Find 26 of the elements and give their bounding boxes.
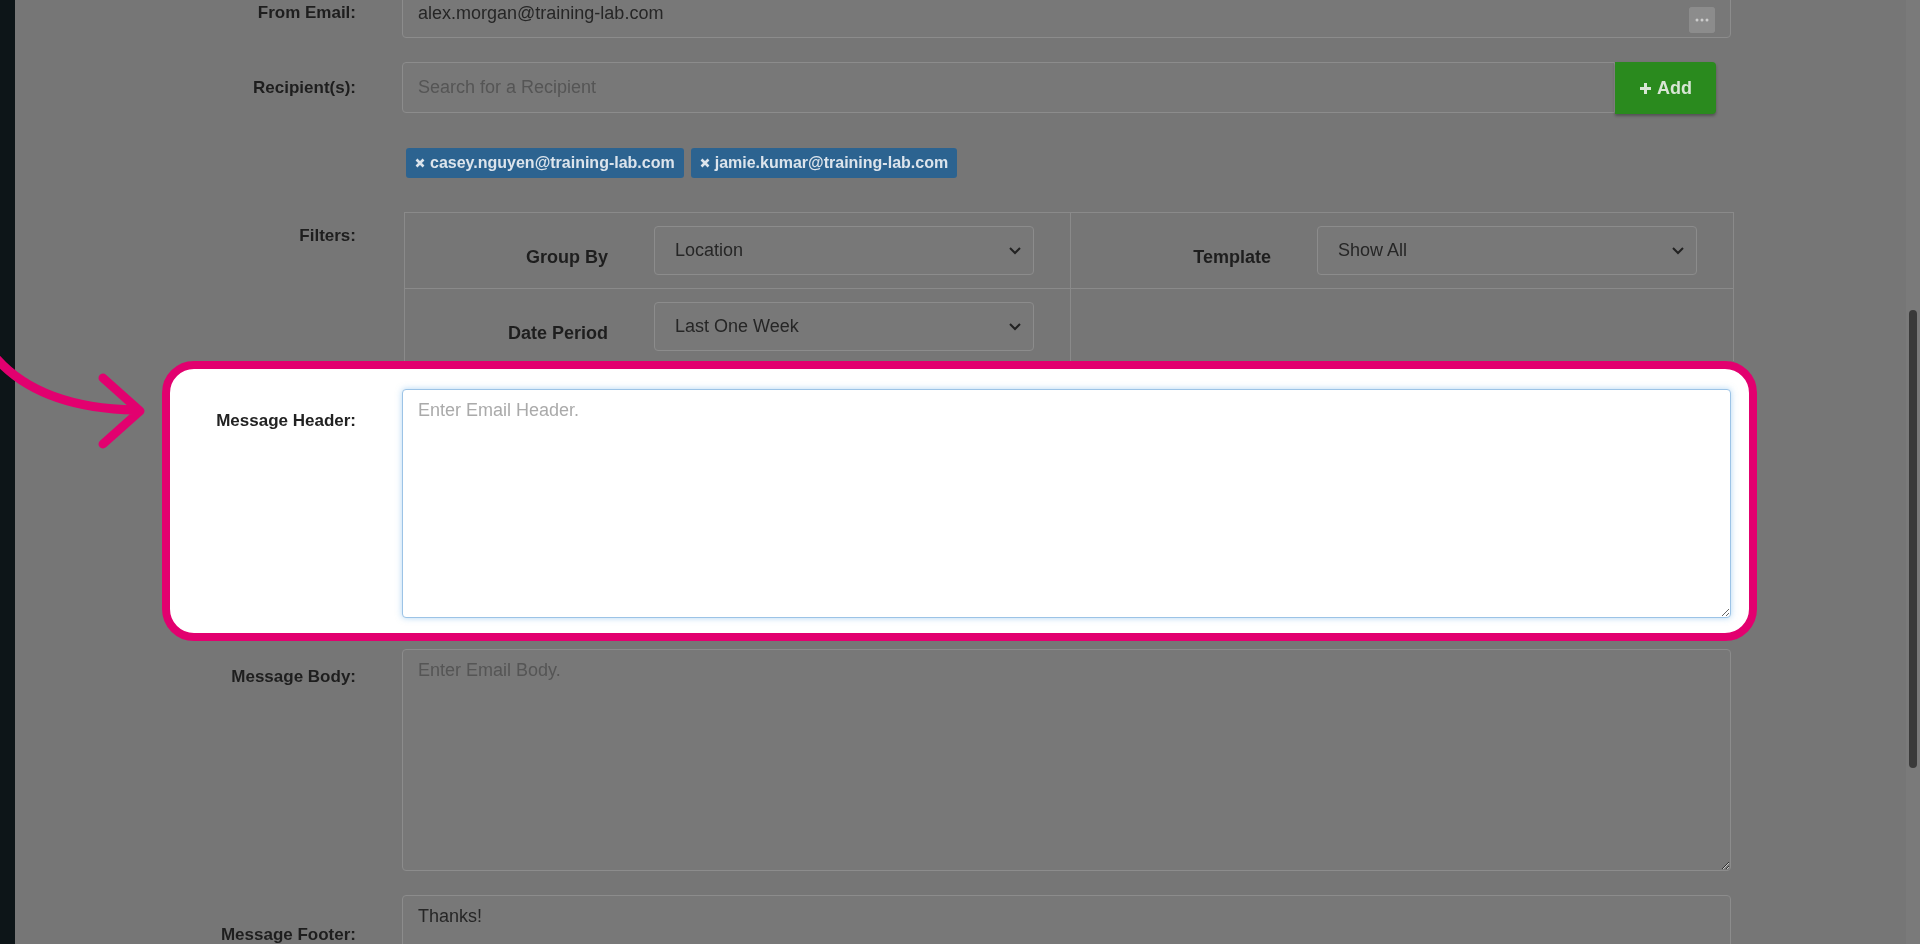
- field-label: Message Header:: [215, 411, 356, 431]
- close-icon[interactable]: [699, 158, 710, 168]
- filter-label: Group By: [525, 247, 608, 268]
- field-label: Filters:: [298, 226, 356, 246]
- field-label: From Email:: [256, 2, 356, 24]
- chevron-down-icon: [1009, 246, 1021, 255]
- filter-dropdown[interactable]: Location: [654, 226, 1034, 275]
- recipient-tag[interactable]: jamie.kumar@training-lab.com: [690, 148, 958, 178]
- field-label: Recipient(s):: [252, 78, 356, 98]
- field-value: alex.morgan@training-lab.com: [418, 2, 664, 24]
- recipient-tag[interactable]: casey.nguyen@training-lab.com: [406, 148, 684, 178]
- plus-icon: [1639, 81, 1652, 95]
- add-button[interactable]: Add: [1615, 62, 1716, 114]
- chevron-down-icon: [1009, 322, 1021, 331]
- field-label: Message Footer:: [219, 925, 356, 944]
- scrollbar-thumb[interactable]: [1909, 310, 1917, 768]
- footer-textarea[interactable]: Thanks!: [402, 895, 1731, 944]
- close-icon[interactable]: [415, 158, 425, 168]
- field-label: Message Body:: [230, 667, 356, 687]
- filter-label: Template: [1192, 247, 1271, 268]
- filter-dropdown[interactable]: Last One Week: [654, 302, 1034, 351]
- chevron-down-icon: [1672, 246, 1684, 255]
- filter-label: Date Period: [506, 323, 608, 344]
- filter-dropdown[interactable]: Show All: [1317, 226, 1697, 275]
- from-email-field[interactable]: alex.morgan@training-lab.com: [402, 0, 1731, 38]
- header-textarea[interactable]: Enter Email Header.: [402, 389, 1731, 618]
